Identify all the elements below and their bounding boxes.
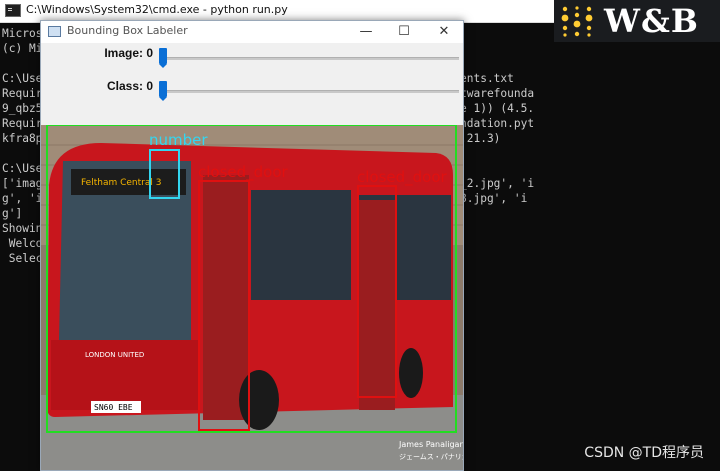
wb-logo-text: W&B <box>604 2 699 40</box>
window-app-icon <box>48 26 61 37</box>
image-slider-track[interactable] <box>159 57 459 60</box>
image-canvas[interactable]: Feltham Central 3 LONDON UNITED SN60 EBE… <box>41 125 463 470</box>
class-slider-thumb[interactable] <box>159 81 167 101</box>
bbox-label-number: number <box>149 131 208 149</box>
bbox-label-closed-door-2: closed_door <box>357 168 448 187</box>
bbox-label-closed-door-1: closed_door <box>198 163 289 182</box>
photo-credit: James Panaligan <box>398 440 463 449</box>
labeler-window: Bounding Box Labeler — ☐ ✕ Image: 0 Clas… <box>40 20 464 471</box>
license-plate: SN60 EBE <box>94 403 133 412</box>
bus-photo[interactable]: Feltham Central 3 LONDON UNITED SN60 EBE… <box>41 125 463 470</box>
bus-operator-text: LONDON UNITED <box>85 351 144 359</box>
maximize-button[interactable]: ☐ <box>385 21 423 43</box>
minimize-button[interactable]: — <box>347 21 385 43</box>
csdn-watermark: CSDN @TD程序员 <box>584 445 704 461</box>
image-slider-thumb[interactable] <box>159 48 167 68</box>
class-slider-label: Class: 0 <box>106 79 153 93</box>
cmd-icon <box>5 4 21 17</box>
labeler-titlebar[interactable]: Bounding Box Labeler — ☐ ✕ <box>41 21 463 43</box>
image-slider-label: Image: 0 <box>104 46 153 60</box>
wb-dots-icon <box>561 6 593 37</box>
labeler-title: Bounding Box Labeler <box>67 24 188 37</box>
class-slider-track[interactable] <box>159 90 459 93</box>
close-button[interactable]: ✕ <box>425 21 463 43</box>
console-title: C:\Windows\System32\cmd.exe - python run… <box>26 3 288 16</box>
photo-credit-jp: ジェームス・パナリガン <box>399 452 463 461</box>
bbox-label-bus: bus <box>49 125 76 128</box>
wb-logo: W&B <box>554 0 720 42</box>
